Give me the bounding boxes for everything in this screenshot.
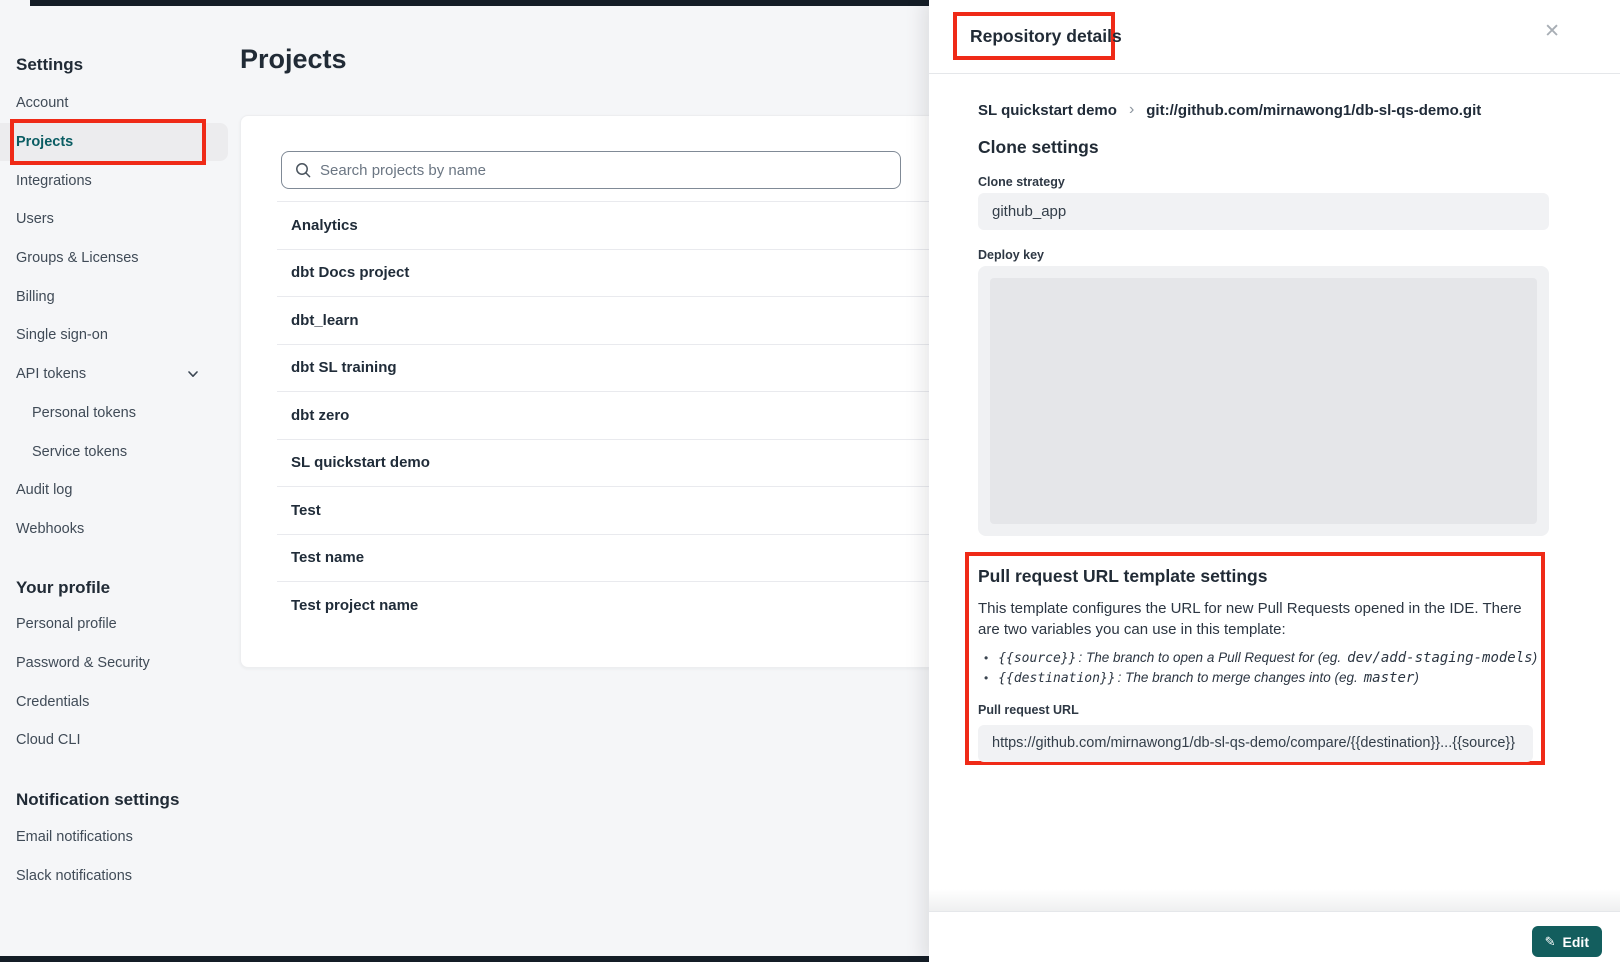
pull-request-template-section: Pull request URL template settings This … — [965, 552, 1545, 765]
annotation-box-repository-details: Repository details — [953, 12, 1115, 60]
bullet-icon: • — [984, 669, 988, 688]
sidebar-heading-notification-settings: Notification settings — [0, 790, 240, 810]
deploy-key-redacted-content — [990, 278, 1537, 524]
sidebar-item-projects[interactable]: Projects — [0, 123, 228, 162]
pr-variable-list: • {{source}} : The branch to open a Pull… — [978, 648, 1529, 688]
repository-details-panel: Repository details ✕ SL quickstart demo … — [929, 0, 1620, 962]
pr-variable-destination-example: master — [1364, 669, 1415, 688]
sidebar-profile-list: Personal profile Password & Security Cre… — [0, 605, 228, 760]
footer-scroll-shadow — [929, 889, 1620, 911]
sidebar-item-email-notifications[interactable]: Email notifications — [0, 818, 228, 857]
clone-strategy-field: github_app — [978, 193, 1549, 230]
pull-request-url-field: https://github.com/mirnawong1/db-sl-qs-d… — [978, 725, 1533, 762]
search-input[interactable] — [320, 152, 900, 188]
pr-variable-source-code: {{source}} — [998, 649, 1076, 668]
pr-variable-destination: • {{destination}} : The branch to merge … — [978, 668, 1529, 688]
pr-section-heading: Pull request URL template settings — [978, 566, 1529, 587]
panel-footer: ✎ Edit — [929, 911, 1620, 962]
settings-sidebar: Settings Account Projects Integrations U… — [0, 0, 240, 962]
panel-title: Repository details — [957, 26, 1122, 47]
deploy-key-label: Deploy key — [978, 248, 1044, 262]
sidebar-notification-list: Email notifications Slack notifications — [0, 818, 228, 895]
clone-strategy-label: Clone strategy — [978, 175, 1065, 189]
pr-variable-source-example: dev/add-staging-models — [1347, 649, 1532, 668]
breadcrumb-separator-icon: › — [1129, 101, 1134, 119]
deploy-key-field — [978, 266, 1549, 536]
sidebar-item-users[interactable]: Users — [0, 200, 228, 239]
edit-button[interactable]: ✎ Edit — [1532, 926, 1602, 957]
sidebar-item-billing[interactable]: Billing — [0, 277, 228, 316]
breadcrumb: SL quickstart demo › git://github.com/mi… — [978, 101, 1481, 119]
sidebar-item-service-tokens[interactable]: Service tokens — [0, 432, 228, 471]
sidebar-item-credentials[interactable]: Credentials — [0, 682, 228, 721]
sidebar-item-groups-licenses[interactable]: Groups & Licenses — [0, 239, 228, 278]
sidebar-item-password-security[interactable]: Password & Security — [0, 644, 228, 683]
sidebar-item-slack-notifications[interactable]: Slack notifications — [0, 857, 228, 896]
sidebar-item-single-sign-on[interactable]: Single sign-on — [0, 316, 228, 355]
pencil-icon: ✎ — [1545, 934, 1556, 950]
breadcrumb-project: SL quickstart demo — [978, 102, 1117, 119]
project-search-box — [281, 151, 901, 189]
sidebar-heading-your-profile: Your profile — [0, 578, 240, 598]
sidebar-item-personal-tokens[interactable]: Personal tokens — [0, 394, 228, 433]
sidebar-item-account[interactable]: Account — [0, 84, 228, 123]
sidebar-item-integrations[interactable]: Integrations — [0, 161, 228, 200]
bullet-icon: • — [984, 649, 988, 668]
page-title: Projects — [240, 44, 347, 75]
sidebar-item-personal-profile[interactable]: Personal profile — [0, 605, 228, 644]
pr-variable-destination-code: {{destination}} — [998, 669, 1115, 688]
close-icon[interactable]: ✕ — [1544, 22, 1560, 41]
sidebar-heading-settings: Settings — [0, 55, 240, 75]
sidebar-item-webhooks[interactable]: Webhooks — [0, 510, 228, 549]
clone-settings-heading: Clone settings — [978, 137, 1099, 158]
breadcrumb-repo-url: git://github.com/mirnawong1/db-sl-qs-dem… — [1146, 102, 1481, 119]
pr-section-description: This template configures the URL for new… — [978, 598, 1538, 640]
pull-request-url-label: Pull request URL — [978, 703, 1529, 717]
sidebar-item-api-tokens[interactable]: API tokens — [0, 355, 228, 394]
sidebar-settings-list: Account Projects Integrations Users Grou… — [0, 84, 228, 548]
search-icon — [295, 162, 311, 178]
pr-variable-source: • {{source}} : The branch to open a Pull… — [978, 648, 1529, 668]
sidebar-item-cloud-cli[interactable]: Cloud CLI — [0, 721, 228, 760]
chevron-down-icon — [186, 367, 200, 381]
edit-button-label: Edit — [1563, 934, 1589, 950]
panel-header: Repository details ✕ — [929, 0, 1620, 74]
sidebar-item-audit-log[interactable]: Audit log — [0, 471, 228, 510]
